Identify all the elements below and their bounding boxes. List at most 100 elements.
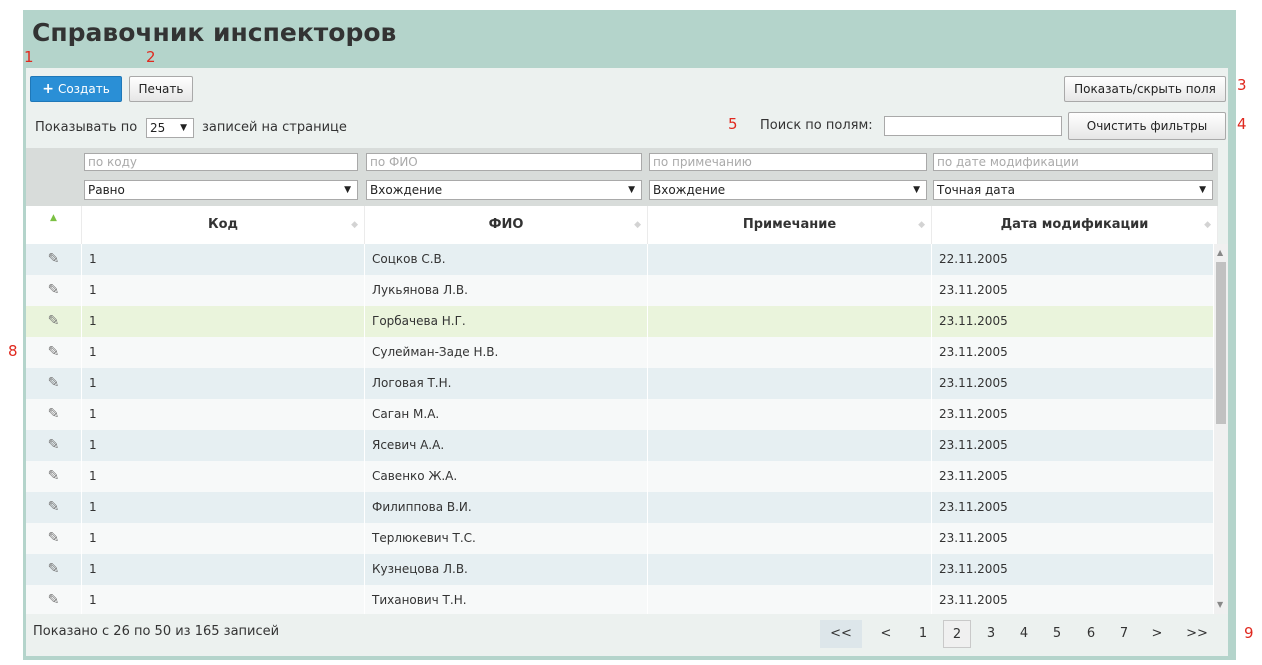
table-row[interactable]: ✎ 1 Соцков С.В. 22.11.2005	[26, 244, 1214, 275]
cell-date: 23.11.2005	[932, 368, 1214, 399]
filter-note-input[interactable]: по примечанию	[649, 153, 927, 171]
filter-code-input[interactable]: по коду	[84, 153, 358, 171]
table-row[interactable]: ✎ 1 Тиханович Т.Н. 23.11.2005	[26, 585, 1214, 614]
cell-note	[648, 368, 932, 399]
cell-code: 1	[82, 337, 365, 368]
search-input[interactable]	[884, 116, 1062, 136]
clear-filters-button[interactable]: Очистить фильтры	[1068, 112, 1226, 140]
scroll-down-icon[interactable]: ▼	[1217, 600, 1223, 609]
create-button[interactable]: + Создать	[30, 76, 122, 102]
edit-pencil-icon[interactable]: ✎	[26, 275, 82, 306]
th-note[interactable]: Примечание ◆	[648, 206, 932, 244]
edit-pencil-icon[interactable]: ✎	[26, 461, 82, 492]
plus-icon: +	[42, 81, 54, 97]
th-code[interactable]: Код ◆	[82, 206, 365, 244]
page-button[interactable]: 3	[980, 620, 1002, 648]
cell-date: 23.11.2005	[932, 399, 1214, 430]
cell-code: 1	[82, 554, 365, 585]
filter-code-mode[interactable]: Равно ▼	[84, 180, 358, 200]
toggle-fields-button[interactable]: Показать/скрыть поля	[1064, 76, 1226, 102]
edit-pencil-icon[interactable]: ✎	[26, 523, 82, 554]
cell-fio: Терлюкевич Т.С.	[365, 523, 648, 554]
page-button[interactable]: 7	[1113, 620, 1135, 648]
page-button[interactable]: >>	[1182, 620, 1212, 648]
cell-fio: Логовая Т.Н.	[365, 368, 648, 399]
cell-note	[648, 554, 932, 585]
th-edit[interactable]: ▲	[26, 206, 82, 244]
filter-note-mode[interactable]: Вхождение ▼	[649, 180, 927, 200]
cell-date: 23.11.2005	[932, 585, 1214, 614]
table-row[interactable]: ✎ 1 Горбачева Н.Г. 23.11.2005	[26, 306, 1214, 337]
dropdown-arrow-icon: ▼	[628, 185, 635, 195]
edit-pencil-icon[interactable]: ✎	[26, 368, 82, 399]
page-button[interactable]: 6	[1080, 620, 1102, 648]
cell-date: 23.11.2005	[932, 337, 1214, 368]
table-row[interactable]: ✎ 1 Филиппова В.И. 23.11.2005	[26, 492, 1214, 523]
dropdown-arrow-icon: ▼	[1199, 185, 1206, 195]
cell-note	[648, 461, 932, 492]
sort-icon: ◆	[351, 220, 358, 230]
page-size-prefix: Показывать по	[35, 120, 138, 135]
table-row[interactable]: ✎ 1 Сулейман-Заде Н.В. 23.11.2005	[26, 337, 1214, 368]
scroll-up-icon[interactable]: ▲	[1217, 248, 1223, 257]
records-summary: Показано с 26 по 50 из 165 записей	[33, 624, 280, 639]
table-row[interactable]: ✎ 1 Кузнецова Л.В. 23.11.2005	[26, 554, 1214, 585]
cell-fio: Филиппова В.И.	[365, 492, 648, 523]
edit-pencil-icon[interactable]: ✎	[26, 306, 82, 337]
th-date[interactable]: Дата модификации ◆	[932, 206, 1218, 244]
cell-note	[648, 244, 932, 275]
scrollbar-thumb[interactable]	[1216, 262, 1226, 424]
cell-note	[648, 306, 932, 337]
sort-icon: ◆	[1204, 220, 1211, 230]
table-row[interactable]: ✎ 1 Логовая Т.Н. 23.11.2005	[26, 368, 1214, 399]
table-row[interactable]: ✎ 1 Лукьянова Л.В. 23.11.2005	[26, 275, 1214, 306]
page-button[interactable]: 1	[912, 620, 934, 648]
page-button[interactable]: >	[1146, 620, 1168, 648]
page-button[interactable]: <<	[820, 620, 862, 648]
page-button[interactable]: 5	[1046, 620, 1068, 648]
cell-note	[648, 492, 932, 523]
annotation-2: 2	[146, 48, 156, 66]
cell-fio: Горбачева Н.Г.	[365, 306, 648, 337]
table-body: ✎ 1 Соцков С.В. 22.11.2005 ✎ 1 Лукьянова Л.В. 2…	[26, 244, 1214, 614]
filter-date-input[interactable]: по дате модификации	[933, 153, 1213, 171]
dropdown-arrow-icon: ▼	[180, 123, 187, 133]
page-size-suffix: записей на странице	[202, 120, 347, 135]
cell-note	[648, 523, 932, 554]
cell-code: 1	[82, 306, 365, 337]
filter-date-mode[interactable]: Точная дата ▼	[933, 180, 1213, 200]
cell-fio: Савенко Ж.А.	[365, 461, 648, 492]
print-button[interactable]: Печать	[129, 76, 193, 102]
cell-code: 1	[82, 523, 365, 554]
edit-pencil-icon[interactable]: ✎	[26, 399, 82, 430]
cell-fio: Саган М.А.	[365, 399, 648, 430]
edit-pencil-icon[interactable]: ✎	[26, 337, 82, 368]
cell-date: 23.11.2005	[932, 275, 1214, 306]
page-button[interactable]: <	[875, 620, 897, 648]
edit-pencil-icon[interactable]: ✎	[26, 554, 82, 585]
scrollbar[interactable]: ▲ ▼	[1214, 244, 1228, 614]
table-row[interactable]: ✎ 1 Ясевич А.А. 23.11.2005	[26, 430, 1214, 461]
edit-pencil-icon[interactable]: ✎	[26, 492, 82, 523]
page-button[interactable]: 2	[943, 620, 971, 648]
edit-pencil-icon[interactable]: ✎	[26, 585, 82, 614]
page-size-select[interactable]: 25 ▼	[146, 118, 194, 138]
filter-fio-mode[interactable]: Вхождение ▼	[366, 180, 642, 200]
sort-asc-icon: ▲	[50, 213, 57, 223]
sort-icon: ◆	[918, 220, 925, 230]
cell-code: 1	[82, 275, 365, 306]
table-row[interactable]: ✎ 1 Саган М.А. 23.11.2005	[26, 399, 1214, 430]
page-button[interactable]: 4	[1013, 620, 1035, 648]
edit-pencil-icon[interactable]: ✎	[26, 244, 82, 275]
edit-pencil-icon[interactable]: ✎	[26, 430, 82, 461]
filter-fio-input[interactable]: по ФИО	[366, 153, 642, 171]
cell-note	[648, 275, 932, 306]
table-row[interactable]: ✎ 1 Савенко Ж.А. 23.11.2005	[26, 461, 1214, 492]
cell-date: 23.11.2005	[932, 523, 1214, 554]
th-fio[interactable]: ФИО ◆	[365, 206, 648, 244]
cell-fio: Кузнецова Л.В.	[365, 554, 648, 585]
table-row[interactable]: ✎ 1 Терлюкевич Т.С. 23.11.2005	[26, 523, 1214, 554]
cell-fio: Соцков С.В.	[365, 244, 648, 275]
cell-code: 1	[82, 244, 365, 275]
annotation-8: 8	[8, 342, 18, 360]
